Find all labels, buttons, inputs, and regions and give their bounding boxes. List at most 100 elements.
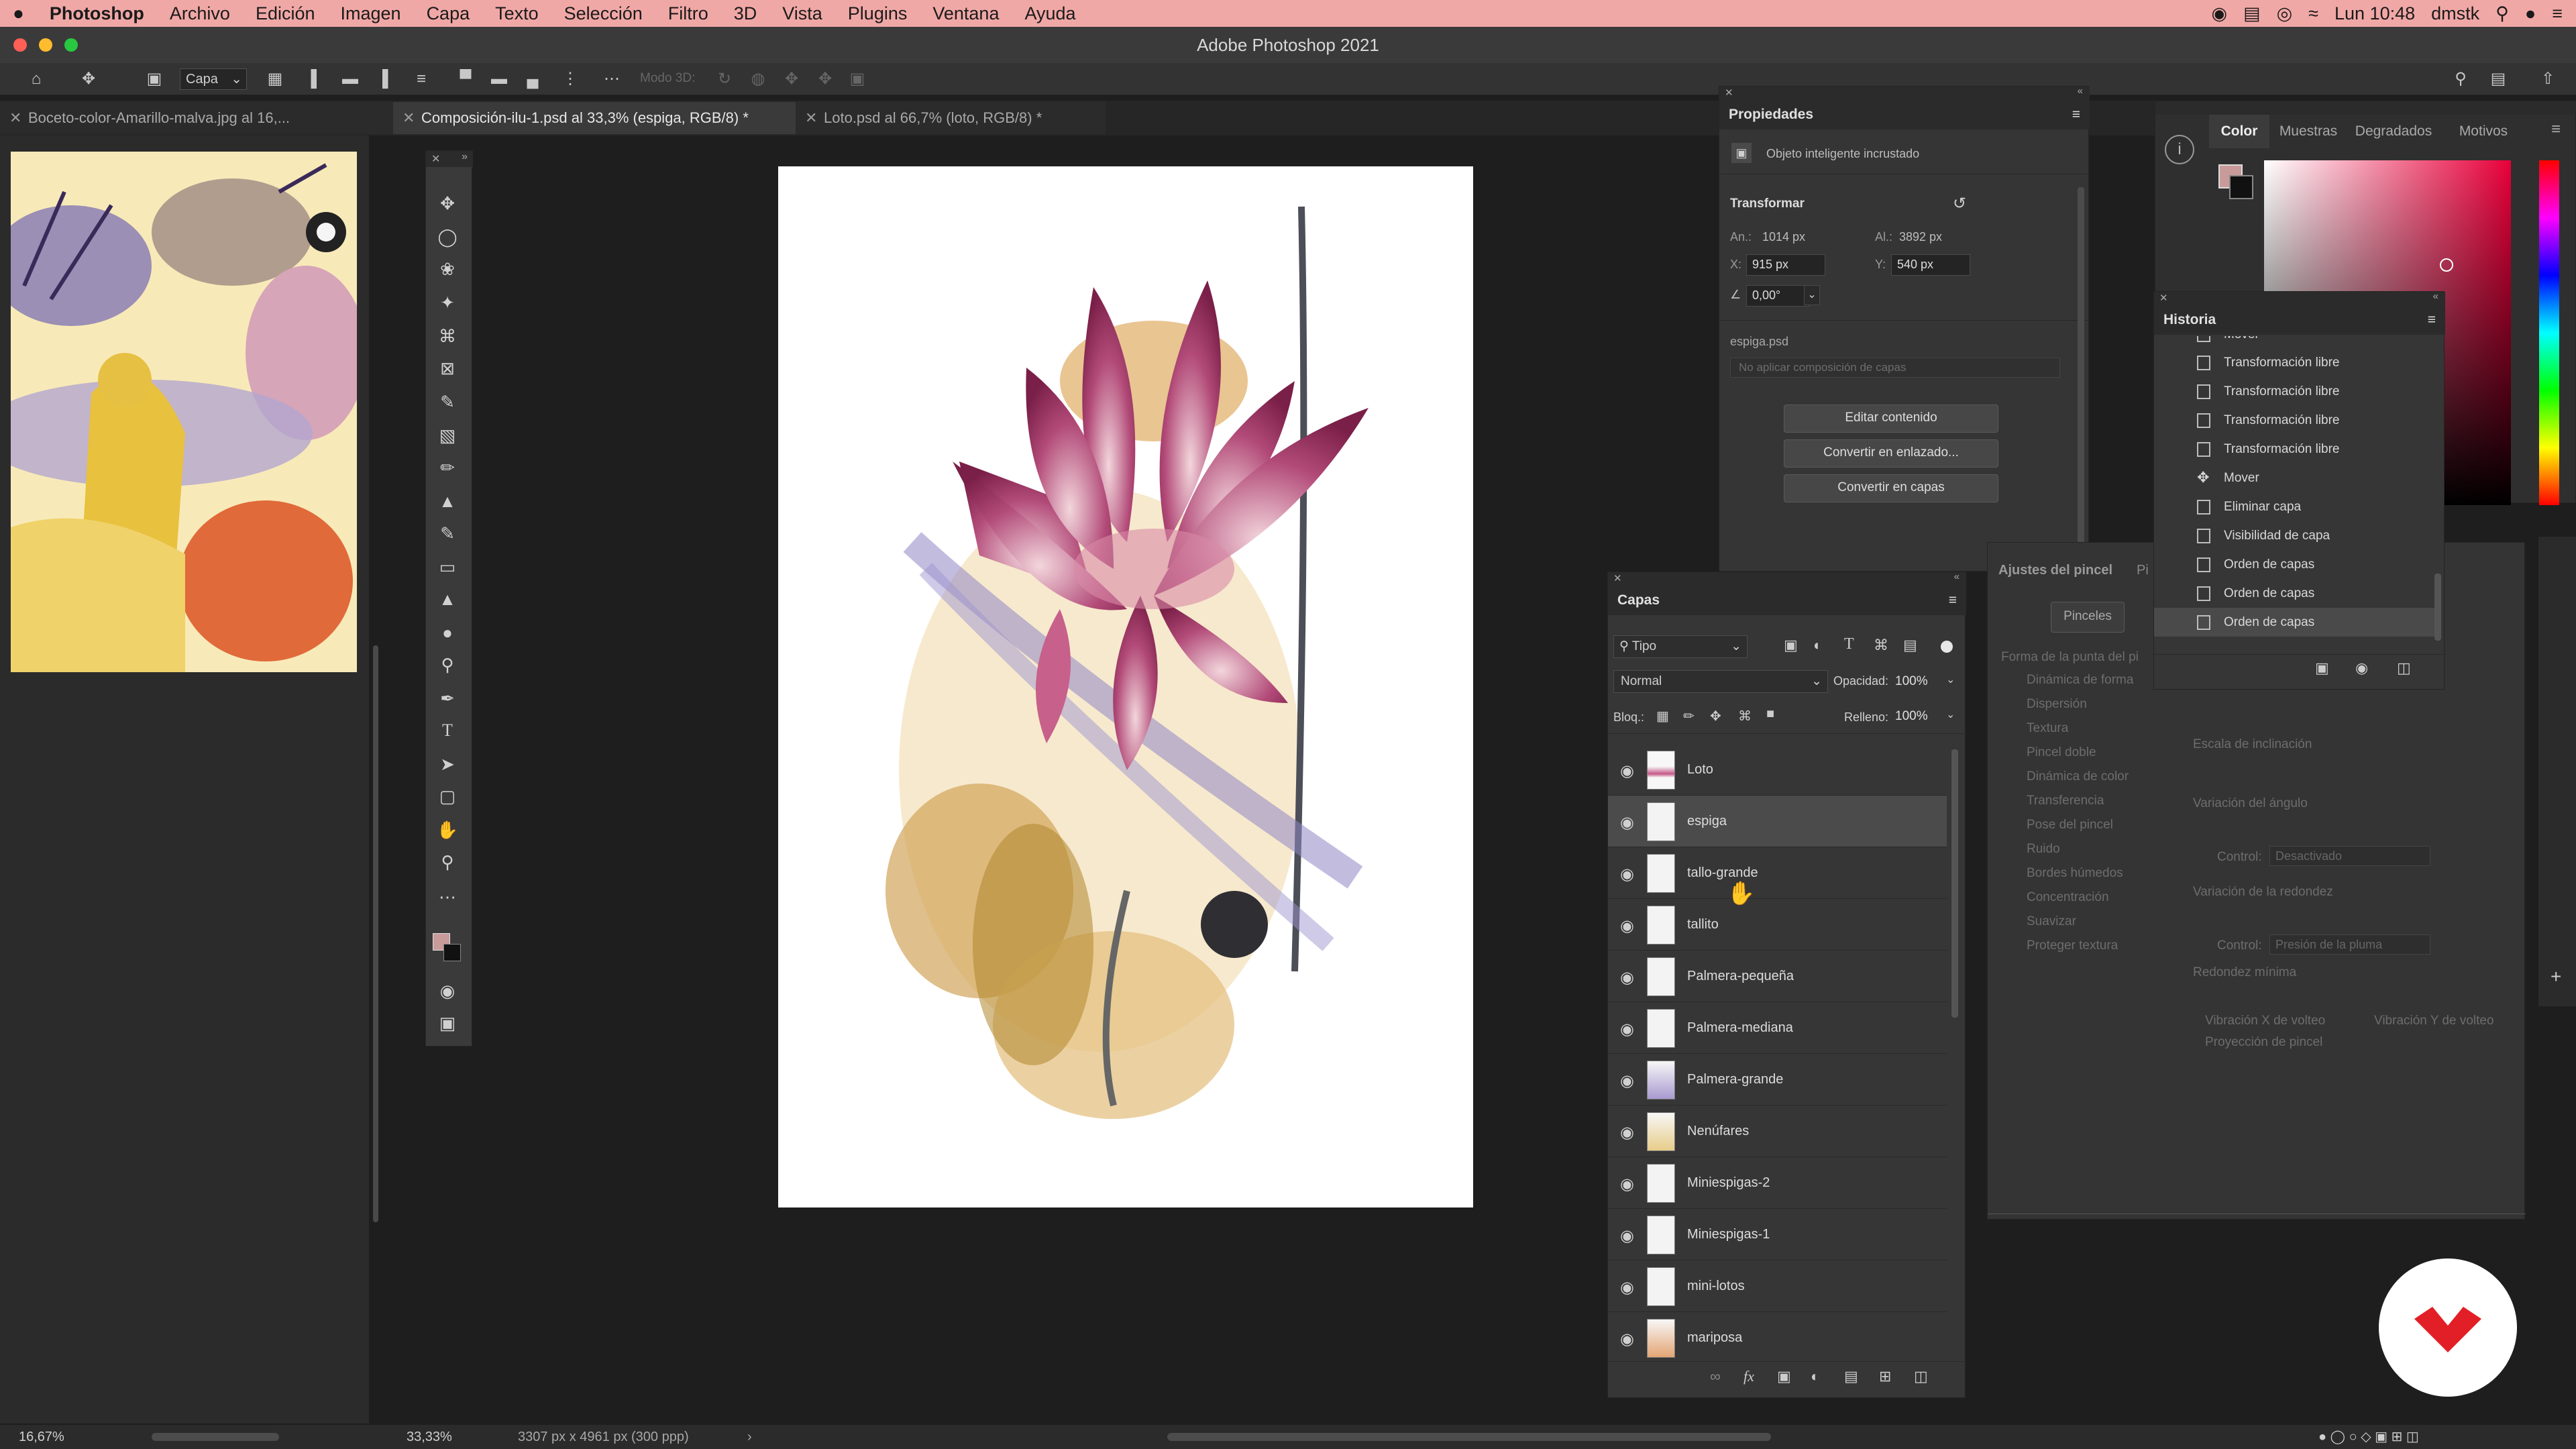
lock-position-icon[interactable]: ✥ [1710,708,1721,724]
apple-icon[interactable]: ● [0,3,37,24]
visibility-eye-icon[interactable]: ◉ [1620,968,1634,987]
sketch-canvas[interactable] [11,152,357,672]
brush-option[interactable]: Suavizar [2027,914,2076,929]
align-right-icon[interactable]: ▐ [373,70,392,89]
reset-transform-icon[interactable]: ↺ [1953,194,1966,213]
align-left-icon[interactable]: ▌ [307,70,326,89]
menu-plugins[interactable]: Plugins [835,3,920,24]
layer-row[interactable]: ◉ tallo-grande [1608,847,1947,899]
info-icon[interactable]: i [2165,135,2194,164]
screen-icon[interactable]: ▤ [2243,3,2261,24]
lock-all-icon[interactable]: ■ [1766,706,1774,722]
workspace-icon[interactable]: ▤ [2489,70,2508,89]
pan-3d-icon[interactable]: ✥ [782,70,801,89]
history-item[interactable]: Visibilidad de capa [2154,521,2436,550]
link-layers-icon[interactable]: ∞ [1710,1368,1721,1385]
align-middle-icon[interactable]: ▬ [490,70,508,89]
filter-type-icon[interactable]: T [1844,635,1854,653]
collapse-icon[interactable]: « [1954,571,1960,582]
chevron-right-icon[interactable]: › [747,1425,752,1449]
chevron-down-icon[interactable]: ⌄ [1946,673,1955,686]
layer-row[interactable]: ◉ mariposa [1608,1312,1947,1361]
magic-wand-tool-icon[interactable]: ✦ [435,290,460,315]
eraser-tool-icon[interactable]: ▭ [435,555,460,579]
camera-icon[interactable]: ◉ [2355,659,2368,677]
history-item[interactable]: ✥ Mover [2154,464,2436,492]
menu-texto[interactable]: Texto [482,3,551,24]
stamp-tool-icon[interactable]: ▲ [435,489,460,513]
canvas-horizontal-scrollbar[interactable] [1167,1433,1771,1441]
tab-composicion[interactable]: ✕ Composición-ilu-1.psd al 33,3% (espiga,… [393,102,824,134]
tab-patterns[interactable]: Motivos [2447,115,2520,148]
brush-option[interactable]: Dispersión [2027,697,2087,712]
layers-scrollbar[interactable] [1951,749,1958,1018]
visibility-eye-icon[interactable]: ◉ [1620,761,1634,781]
layer-row[interactable]: ◉ Loto [1608,744,1947,796]
align-bottom-icon[interactable]: ▄ [523,70,542,89]
orbit-3d-icon[interactable]: ↻ [715,70,734,89]
minimize-window-button[interactable] [39,38,52,52]
collapse-icon[interactable]: « [2433,290,2438,302]
edit-content-button[interactable]: Editar contenido [1784,405,1998,433]
shape-tool-icon[interactable]: ▢ [435,784,460,808]
brush-settings-title[interactable]: Ajustes del pincel [1998,563,2112,578]
close-icon[interactable]: ✕ [1613,572,1622,584]
auto-select-icon[interactable]: ▣ [145,70,164,89]
convert-to-linked-button[interactable]: Convertir en enlazado... [1784,439,1998,468]
visibility-eye-icon[interactable]: ◉ [1620,1123,1634,1142]
hue-slider[interactable] [2539,160,2559,505]
properties-scrollbar[interactable] [2078,187,2084,549]
history-item[interactable]: Transformación libre [2154,406,2436,435]
move-tool-icon[interactable]: ✥ [79,70,98,89]
eyedropper-tool-icon[interactable]: ✎ [435,390,460,414]
quick-mask-icon[interactable]: ◉ [435,979,460,1003]
adjustment-layer-icon[interactable]: ◐ [1811,1368,1819,1385]
creative-cloud-icon[interactable]: ◉ [2212,3,2228,24]
new-group-icon[interactable]: ▤ [1844,1368,1858,1385]
filter-pixel-icon[interactable]: ▣ [1784,637,1798,654]
left-doc-zoom[interactable]: 16,67% [19,1425,64,1449]
layer-row[interactable]: ◉ Miniespigas-1 [1608,1209,1947,1260]
distribute-icon[interactable]: ≡ [412,70,431,89]
edit-toolbar-icon[interactable]: ⋯ [435,885,460,909]
filter-toggle[interactable] [1941,641,1953,653]
marquee-tool-icon[interactable]: ◯ [435,225,460,249]
brush-option[interactable]: Bordes húmedos [2027,866,2123,881]
fx-icon[interactable]: fx [1743,1368,1754,1385]
vertical-scrollbar[interactable] [373,645,378,1222]
brush-option[interactable]: Pose del pincel [2027,818,2113,833]
horizontal-scrollbar[interactable] [152,1433,279,1441]
bottom-dock-icons[interactable]: ● ◯ ○ ◇ ▣ ⊞ ◫ [2318,1425,2419,1449]
menu-edicion[interactable]: Edición [243,3,328,24]
visibility-eye-icon[interactable]: ◉ [1620,1278,1634,1297]
blur-tool-icon[interactable]: ● [435,621,460,645]
search-icon[interactable]: ⚲ [2451,70,2470,89]
control-center-icon[interactable]: ≡ [2552,3,2563,24]
zoom-window-button[interactable] [64,38,78,52]
visibility-eye-icon[interactable]: ◉ [1620,1020,1634,1039]
filter-shape-icon[interactable]: ⌘ [1874,637,1888,654]
menu-3d[interactable]: 3D [721,3,770,24]
tab-boceto[interactable]: ✕ Boceto-color-Amarillo-malva.jpg al 16,.… [0,102,404,134]
align-center-icon[interactable]: ▬ [341,70,360,89]
brush-option[interactable]: Proteger textura [2027,938,2118,953]
distribute-vertical-icon[interactable]: ⋮ [561,70,580,89]
control-dropdown-2[interactable]: Presión de la pluma [2269,934,2430,955]
visibility-eye-icon[interactable]: ◉ [1620,813,1634,833]
menu-capa[interactable]: Capa [414,3,483,24]
brush-option[interactable]: Pincel doble [2027,745,2096,760]
menu-clock[interactable]: Lun 10:48 [2334,3,2415,24]
paint-bucket-tool-icon[interactable]: ▲ [435,587,460,611]
fill-field[interactable]: 100% [1895,706,1945,727]
blend-mode-dropdown[interactable]: Normal ⌄ [1613,670,1828,693]
control-dropdown-1[interactable]: Desactivado [2269,846,2430,866]
more-options-icon[interactable]: ⋯ [602,70,621,89]
panel-menu-icon[interactable]: ≡ [2072,100,2080,129]
background-color-swatch[interactable] [443,944,461,961]
background-color-swatch[interactable] [2229,175,2253,199]
add-mask-icon[interactable]: ▣ [1777,1368,1791,1385]
camera-3d-icon[interactable]: ▣ [848,70,867,89]
close-tab-icon[interactable]: ✕ [805,102,817,134]
history-item[interactable]: Mover [2154,336,2436,349]
dodge-tool-icon[interactable]: ⚲ [435,653,460,677]
